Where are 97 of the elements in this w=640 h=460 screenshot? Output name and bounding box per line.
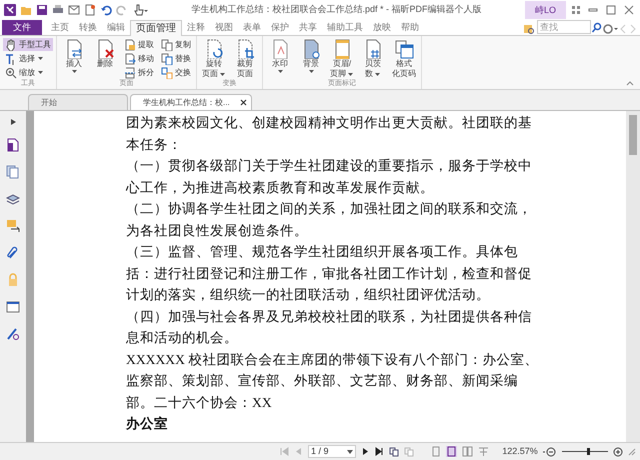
layers-icon[interactable]	[6, 192, 20, 206]
page-swap-icon	[161, 66, 173, 78]
search-field[interactable]: 查找	[537, 20, 591, 34]
comments-icon[interactable]	[6, 219, 20, 233]
ribbon-button[interactable]: 复制	[159, 38, 193, 51]
facing-pages-icon[interactable]	[462, 446, 474, 457]
save-icon[interactable]	[36, 4, 48, 16]
menu-tab[interactable]: 辅助工具	[322, 20, 368, 35]
menu-tab[interactable]: 页面管理	[130, 20, 182, 36]
ribbon-button[interactable]: 替换	[159, 52, 193, 65]
close-icon[interactable]	[240, 99, 247, 106]
menu-tab[interactable]: 放映	[368, 20, 396, 35]
ribbon-button[interactable]: 移动	[122, 52, 156, 65]
pages-icon[interactable]	[6, 165, 20, 179]
page-move-icon	[124, 52, 136, 64]
app-logo-icon	[4, 4, 16, 16]
menu-tab[interactable]: 文件	[2, 20, 42, 35]
ribbon-button[interactable]: 页眉/ 页脚	[328, 38, 356, 80]
collapse-icon[interactable]	[626, 81, 634, 86]
single-page-icon[interactable]	[431, 446, 442, 457]
user-account-button[interactable]: 峙LO	[524, 1, 566, 19]
ribbon-button[interactable]: 旋转 页面	[200, 38, 228, 80]
last-page-icon[interactable]	[374, 447, 384, 456]
envelope-icon[interactable]	[68, 4, 80, 16]
caret-icon	[347, 72, 354, 76]
continuous-facing-icon[interactable]	[478, 446, 490, 457]
caret-icon	[308, 69, 314, 74]
new-document-icon[interactable]	[84, 4, 96, 16]
caret-icon	[37, 70, 44, 75]
paperclip-icon[interactable]	[6, 246, 20, 260]
grid-icon[interactable]	[570, 5, 582, 15]
document-tab[interactable]: 学生机构工作总结：校...	[130, 94, 252, 110]
resize-grip-icon	[628, 448, 636, 456]
menu-tab[interactable]: 帮助	[396, 20, 424, 35]
zoom-out-icon[interactable]	[542, 446, 557, 456]
page-copy-icon	[161, 38, 173, 50]
menu-tab[interactable]: 共享	[294, 20, 322, 35]
paragraph: 团为素来校园文化、创建校园精神文明作出更大贡献。社团联的基本任务：	[126, 114, 533, 154]
paragraph: （四）加强与社会各界及兄弟校校社团的联系，为社团提供各种信息和活动的机会。	[126, 308, 533, 347]
menu-tab[interactable]: 注释	[182, 20, 210, 35]
hand-pointer-icon[interactable]	[132, 4, 148, 16]
next-page-icon[interactable]	[360, 447, 370, 456]
print-icon[interactable]	[52, 4, 64, 16]
menu-tab[interactable]: 保护	[266, 20, 294, 35]
ribbon-button[interactable]: 选择	[3, 52, 53, 65]
ribbon-button[interactable]: 提取	[122, 38, 156, 51]
ribbon-button[interactable]: 插入	[60, 38, 88, 80]
slider-thumb[interactable]	[587, 448, 590, 455]
caret-icon	[346, 450, 353, 454]
caret-icon	[219, 72, 226, 76]
ribbon-button[interactable]: 裁剪 页面	[231, 38, 259, 80]
undo-icon[interactable]	[100, 4, 112, 16]
caret-icon	[276, 69, 284, 74]
page-format-icon	[394, 39, 414, 59]
caret-icon	[374, 72, 381, 76]
page-extract-icon	[124, 38, 136, 50]
window-title: 学生机构工作总结：校社团联合会工作总结.pdf * - 福昕PDF编辑器个人版	[190, 3, 482, 16]
settings-icon[interactable]	[602, 23, 618, 35]
zoom-percentage: 122.57%	[502, 444, 538, 458]
page-number-field[interactable]: 1 / 9	[308, 445, 356, 458]
previous-view-icon[interactable]	[388, 446, 399, 456]
page-split-icon	[124, 66, 136, 78]
form-window-icon[interactable]	[6, 300, 20, 314]
caret-icon	[37, 56, 44, 61]
ribbon-button[interactable]: 手型工具	[3, 38, 53, 51]
ribbon-button[interactable]: 背景	[297, 38, 325, 80]
restore-icon[interactable]	[604, 5, 618, 15]
caret-icon	[70, 69, 78, 74]
zoom-icon	[5, 66, 17, 78]
continuous-page-icon[interactable]	[446, 446, 458, 457]
menu-tab[interactable]: 转换	[74, 20, 102, 35]
menu-tab[interactable]: 视图	[210, 20, 238, 35]
menu-tab[interactable]: 表单	[238, 20, 266, 35]
page-replace-icon	[161, 52, 173, 64]
find-icon[interactable]	[523, 23, 535, 35]
ribbon-button[interactable]: 水印	[266, 38, 294, 80]
paragraph: （一）贯彻各级部门关于学生社团建设的重要指示，服务于学校中心工作，为推进高校素质教育和改革发展作贡献。	[126, 157, 533, 196]
signature-pen-icon[interactable]	[6, 327, 20, 341]
zoom-in-icon[interactable]	[613, 446, 623, 456]
section-heading: 办公室	[126, 415, 169, 433]
ribbon-button[interactable]: 交换	[159, 66, 193, 79]
ribbon-button[interactable]: 缩放	[3, 66, 53, 79]
expand-arrow-icon[interactable]	[10, 119, 16, 125]
document-tab[interactable]: 开始	[28, 94, 128, 110]
paragraph: （二）协调各学生社团之间的关系，加强社团之间的联系和交流，为各社团良性发展创造条件。	[126, 200, 533, 240]
menu-tab[interactable]: 编辑	[102, 20, 130, 35]
ribbon-button[interactable]: 贝茨 数	[359, 38, 387, 80]
search-icon	[591, 22, 602, 32]
hand-icon	[5, 38, 17, 50]
paragraph: XXXXXX 校社团联合会在主席团的带领下设有八个部门：办公室、监察部、策划部、宣传部、外联部、文艺部、财务部、新闻采编部。二十六个协会：XX	[126, 350, 540, 412]
ribbon-button[interactable]: 删除	[91, 38, 119, 80]
page-thumbnail-icon[interactable]	[6, 138, 20, 152]
ribbon-button[interactable]: 格式 化页码	[390, 38, 418, 80]
paragraph: （三）监督、管理、规范各学生社团组织开展各项工作。具体包括：进行社团登记和注册工作，审批各社团工作计划，检查和督促计划的落实，组织统一的社团联活动，组织社团评优活动。	[126, 243, 533, 304]
ribbon-button[interactable]: 拆分	[122, 66, 156, 79]
vertical-scrollbar[interactable]	[626, 111, 640, 442]
menu-tab[interactable]: 主页	[46, 20, 74, 35]
